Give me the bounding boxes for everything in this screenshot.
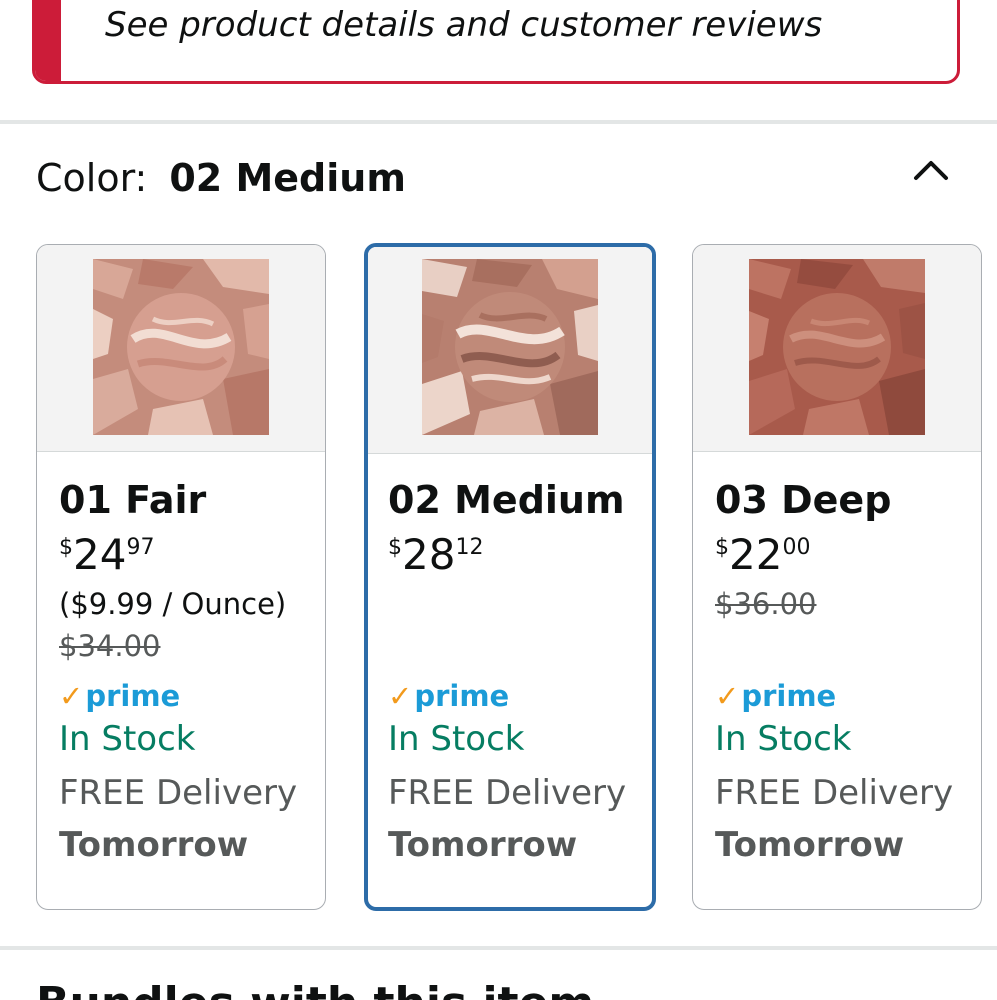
unit-price (715, 629, 969, 665)
variant-price: $2200 (715, 531, 969, 579)
bundles-section-heading: Bundles with this item (36, 978, 594, 1000)
variant-card-body: 01 Fair $2497 ($9.99 / Ounce) $34.00 ✓pr… (59, 477, 313, 871)
prime-label: prime (85, 679, 181, 713)
variant-image-area (368, 247, 652, 454)
unit-price (388, 587, 640, 623)
price-symbol: $ (59, 535, 73, 560)
price-whole: 24 (73, 530, 127, 579)
prime-badge: ✓prime (59, 679, 313, 715)
variant-price: $2497 (59, 531, 313, 579)
variant-card-02-medium[interactable]: 02 Medium $2812 ✓prime In Stock FREE Del… (364, 243, 656, 911)
product-details-banner[interactable]: See product details and customer reviews (32, 0, 960, 84)
product-variation-page: See product details and customer reviews… (0, 0, 997, 1000)
prime-badge: ✓prime (388, 679, 640, 715)
variant-card-01-fair[interactable]: 01 Fair $2497 ($9.99 / Ounce) $34.00 ✓pr… (36, 244, 326, 910)
prime-label: prime (741, 679, 837, 713)
price-fraction: 12 (455, 535, 484, 560)
list-price: $34.00 (59, 629, 161, 663)
variant-card-03-deep[interactable]: 03 Deep $2200 $36.00 ✓prime In Stock FRE… (692, 244, 982, 910)
variant-name: 03 Deep (715, 478, 892, 522)
delivery-day: Tomorrow (388, 825, 578, 865)
variant-name: 02 Medium (388, 478, 625, 522)
prime-badge: ✓prime (715, 679, 969, 715)
color-selector-header: Color: 02 Medium (36, 156, 406, 200)
prime-check-icon: ✓ (59, 679, 84, 713)
variant-price: $2812 (388, 531, 640, 579)
stock-status: In Stock (388, 719, 525, 759)
price-whole: 28 (402, 530, 456, 579)
prime-check-icon: ✓ (715, 679, 740, 713)
banner-text[interactable]: See product details and customer reviews (105, 5, 822, 45)
prime-check-icon: ✓ (388, 679, 413, 713)
price-fraction: 00 (782, 535, 811, 560)
delivery-day: Tomorrow (59, 825, 249, 865)
color-label: Color: (36, 156, 148, 200)
banner-accent-bar (35, 0, 61, 81)
delivery-text: FREE Delivery (715, 773, 954, 813)
stock-status: In Stock (715, 719, 852, 759)
prime-label: prime (414, 679, 510, 713)
price-whole: 22 (729, 530, 783, 579)
variant-image-area (693, 245, 981, 452)
selected-color-value: 02 Medium (169, 156, 406, 200)
variant-swatch-image (749, 259, 925, 435)
delivery-text: FREE Delivery (59, 773, 298, 813)
section-divider (0, 946, 997, 950)
delivery-text: FREE Delivery (388, 773, 627, 813)
variant-swatch-image (422, 259, 598, 435)
section-divider (0, 120, 997, 124)
variant-name: 01 Fair (59, 478, 207, 522)
variant-swatch-image (93, 259, 269, 435)
list-price: $36.00 (715, 587, 817, 621)
price-symbol: $ (388, 535, 402, 560)
delivery-day: Tomorrow (715, 825, 905, 865)
price-fraction: 97 (126, 535, 155, 560)
chevron-up-icon[interactable] (912, 156, 950, 182)
variant-image-area (37, 245, 325, 452)
variant-card-body: 03 Deep $2200 $36.00 ✓prime In Stock FRE… (715, 477, 969, 871)
price-symbol: $ (715, 535, 729, 560)
stock-status: In Stock (59, 719, 196, 759)
list-price (388, 629, 640, 665)
variant-card-body: 02 Medium $2812 ✓prime In Stock FREE Del… (388, 477, 640, 871)
unit-price: ($9.99 / Ounce) (59, 587, 287, 621)
